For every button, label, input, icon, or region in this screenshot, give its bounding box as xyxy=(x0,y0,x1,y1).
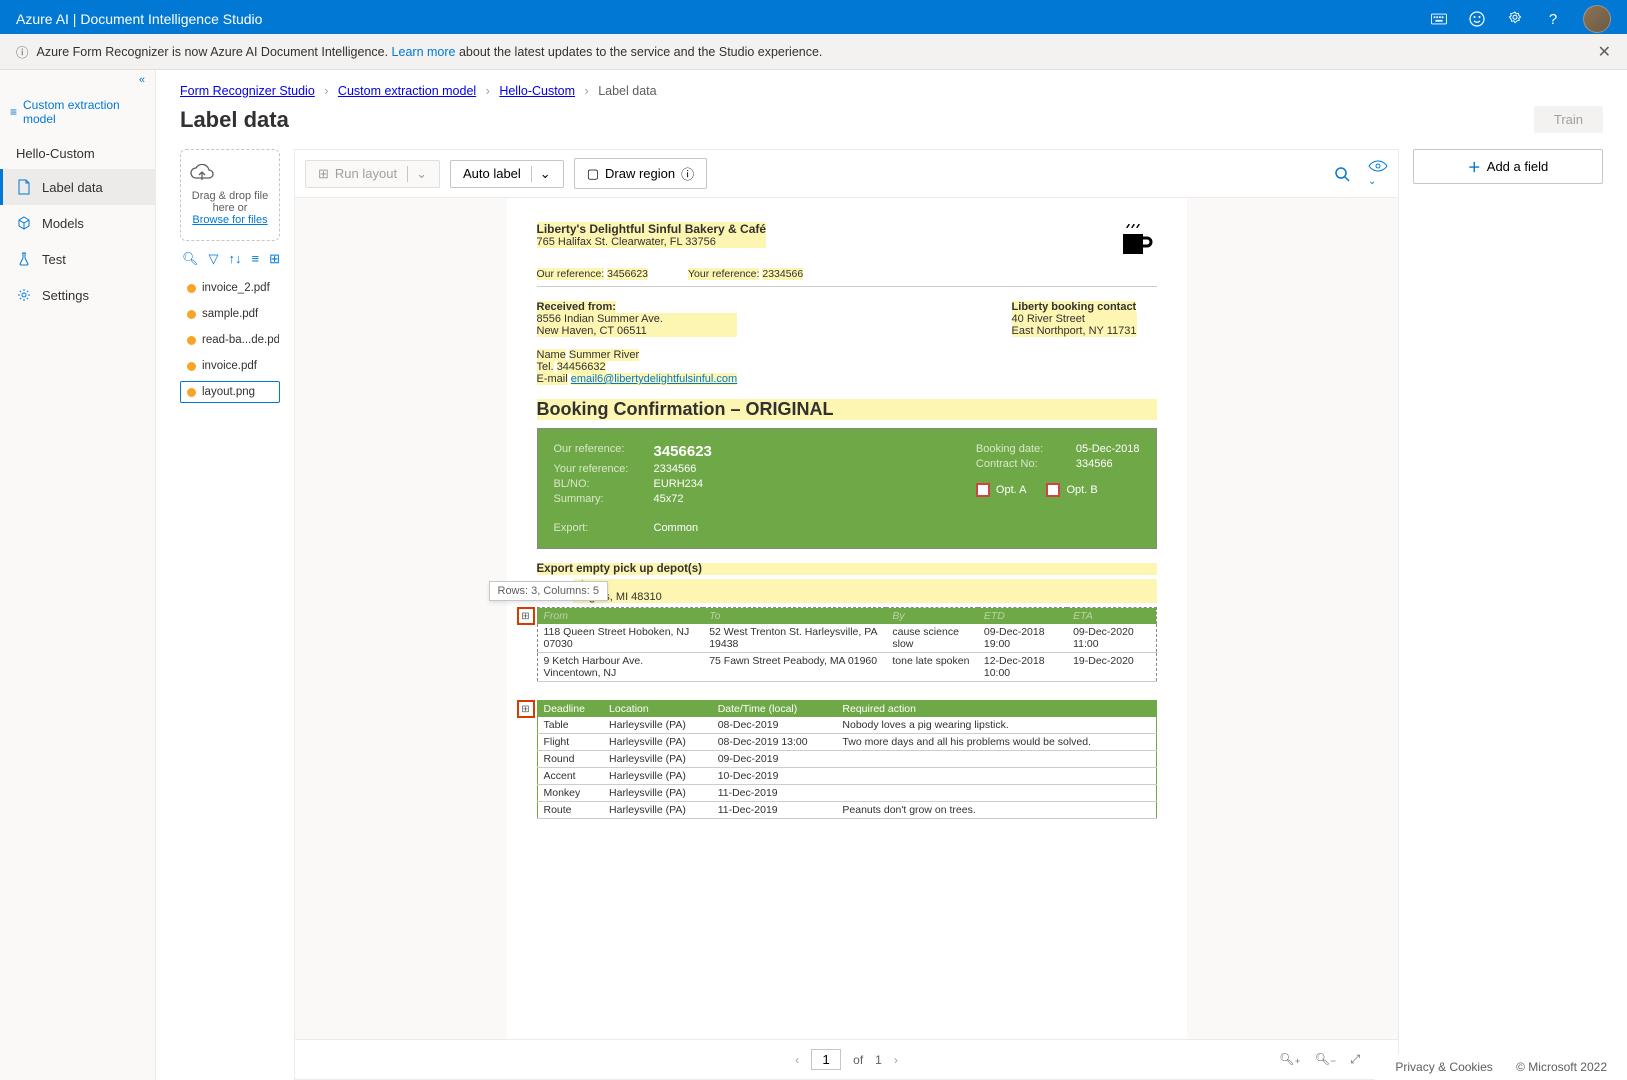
plus-icon: ＋ xyxy=(1468,157,1481,176)
browse-link[interactable]: Browse for files xyxy=(189,214,271,226)
sidebar-item-test[interactable]: Test xyxy=(0,241,155,277)
eye-icon[interactable]: ⌄ xyxy=(1368,160,1388,187)
copyright: © Microsoft 2022 xyxy=(1516,1060,1607,1074)
banner-text: Azure Form Recognizer is now Azure AI Do… xyxy=(37,45,823,59)
document-page: Liberty's Delightful Sinful Bakery & Caf… xyxy=(507,198,1187,1039)
info-icon: ⓘ xyxy=(16,42,29,61)
search-icon[interactable]: 🔍︎ xyxy=(182,251,199,267)
train-button[interactable]: Train xyxy=(1534,106,1603,133)
chevron-down-icon: ⌄ xyxy=(407,166,427,182)
close-icon[interactable]: ✕ xyxy=(1598,42,1611,62)
canvas-toolbar: ⊞ Run layout ⌄ Auto label ⌄ ▢ Draw regio… xyxy=(295,150,1398,198)
company-address: 765 Halifax St. Clearwater, FL 33756 xyxy=(537,236,767,248)
breadcrumb-item[interactable]: Form Recognizer Studio xyxy=(180,84,315,98)
footer: Privacy & Cookies © Microsoft 2022 xyxy=(1375,1054,1627,1080)
keyboard-icon[interactable] xyxy=(1431,11,1447,27)
privacy-link[interactable]: Privacy & Cookies xyxy=(1395,1060,1492,1074)
info-banner: ⓘ Azure Form Recognizer is now Azure AI … xyxy=(0,34,1627,70)
list-view-icon[interactable]: ≡ xyxy=(252,251,260,267)
app-title: Azure AI | Document Intelligence Studio xyxy=(16,11,1431,27)
prev-page-icon[interactable]: ‹ xyxy=(795,1053,799,1067)
chevron-down-icon: ⌄ xyxy=(1368,176,1376,187)
region-icon: ▢ xyxy=(587,166,599,182)
cloud-upload-icon xyxy=(189,164,271,184)
fields-panel: ＋ Add a field xyxy=(1413,149,1603,1080)
section-title: Booking Confirmation – ORIGINAL xyxy=(537,399,1157,420)
file-item[interactable]: sample.pdf xyxy=(180,303,280,325)
draw-region-button[interactable]: ▢ Draw region ⓘ xyxy=(574,158,707,189)
status-dot xyxy=(187,362,196,371)
breadcrumb-item[interactable]: Hello-Custom xyxy=(499,84,575,98)
page-input[interactable] xyxy=(811,1049,841,1070)
checkbox xyxy=(1046,483,1060,497)
sidebar-header[interactable]: ≡ Custom extraction model xyxy=(0,90,155,134)
canvas-area: ⊞ Run layout ⌄ Auto label ⌄ ▢ Draw regio… xyxy=(294,149,1399,1080)
document-icon xyxy=(16,179,32,195)
main: Form Recognizer Studio › Custom extracti… xyxy=(156,70,1627,1080)
file-item[interactable]: layout.png xyxy=(180,381,280,403)
table-tooltip: Rows: 3, Columns: 5 xyxy=(489,581,608,601)
breadcrumb: Form Recognizer Studio › Custom extracti… xyxy=(156,70,1627,98)
run-layout-button[interactable]: ⊞ Run layout ⌄ xyxy=(305,160,440,188)
file-item[interactable]: invoice_2.pdf xyxy=(180,277,280,299)
page-title: Label data xyxy=(180,107,1534,133)
table-icon[interactable]: ⊞ xyxy=(517,700,535,718)
sort-icon[interactable]: ↑↓ xyxy=(229,251,242,267)
list-icon: ≡ xyxy=(10,105,17,119)
filter-icon[interactable]: ▽ xyxy=(209,251,219,267)
booking-details-box: Our reference:3456623 Your reference:233… xyxy=(537,428,1157,549)
search-icon[interactable] xyxy=(1334,166,1350,182)
pager: ‹ of 1 › 🔍︎₊ 🔍︎₋ ⤢ ↻ xyxy=(295,1039,1398,1079)
sidebar-item-models[interactable]: Models xyxy=(0,205,155,241)
file-list: invoice_2.pdf sample.pdf read-ba...de.pd… xyxy=(180,277,280,403)
sidebar-item-label-data[interactable]: Label data xyxy=(0,169,155,205)
zoom-out-icon[interactable]: 🔍︎₋ xyxy=(1315,1052,1337,1067)
grid-view-icon[interactable]: ⊞ xyxy=(269,251,280,267)
sidebar-collapse-icon[interactable]: « xyxy=(0,70,155,90)
deadline-table: Deadline Location Date/Time (local) Requ… xyxy=(537,700,1157,819)
table-icon[interactable]: ⊞ xyxy=(517,607,535,625)
info-icon: ⓘ xyxy=(681,164,694,183)
status-dot xyxy=(187,336,196,345)
flask-icon xyxy=(16,251,32,267)
company-name: Liberty's Delightful Sinful Bakery & Caf… xyxy=(537,222,767,236)
fit-icon[interactable]: ⤢ xyxy=(1350,1052,1360,1067)
chevron-down-icon: ⌄ xyxy=(531,166,551,182)
banner-link[interactable]: Learn more xyxy=(392,45,456,59)
file-item[interactable]: read-ba...de.pdf xyxy=(180,329,280,351)
gear-icon xyxy=(16,287,32,303)
auto-label-button[interactable]: Auto label ⌄ xyxy=(450,160,564,188)
file-item[interactable]: invoice.pdf xyxy=(180,355,280,377)
file-tools: 🔍︎ ▽ ↑↓ ≡ ⊞ xyxy=(180,241,280,277)
sidebar-item-settings[interactable]: Settings xyxy=(0,277,155,313)
gear-icon[interactable] xyxy=(1507,11,1523,27)
breadcrumb-item[interactable]: Custom extraction model xyxy=(338,84,476,98)
avatar[interactable] xyxy=(1583,5,1611,33)
status-dot xyxy=(187,388,196,397)
shipment-table: From To By ETD ETA 118 Queen Street Hobo… xyxy=(537,607,1157,682)
topbar: Azure AI | Document Intelligence Studio … xyxy=(0,0,1627,34)
smile-icon[interactable] xyxy=(1469,11,1485,27)
files-panel: Drag & drop file here or Browse for file… xyxy=(180,149,280,1080)
topbar-actions: ? xyxy=(1431,5,1611,33)
status-dot xyxy=(187,284,196,293)
layout-icon: ⊞ xyxy=(318,166,329,182)
cube-icon xyxy=(16,215,32,231)
dropzone[interactable]: Drag & drop file here or Browse for file… xyxy=(180,149,280,241)
breadcrumb-current: Label data xyxy=(598,84,656,98)
zoom-in-icon[interactable]: 🔍︎₊ xyxy=(1279,1052,1301,1067)
status-dot xyxy=(187,310,196,319)
document-viewer[interactable]: Liberty's Delightful Sinful Bakery & Caf… xyxy=(295,198,1398,1039)
mug-icon xyxy=(1117,222,1157,262)
sidebar-project-name: Hello-Custom xyxy=(0,134,155,169)
next-page-icon[interactable]: › xyxy=(894,1053,898,1067)
sidebar: « ≡ Custom extraction model Hello-Custom… xyxy=(0,70,156,1080)
add-field-button[interactable]: ＋ Add a field xyxy=(1413,149,1603,184)
checkbox xyxy=(976,483,990,497)
help-icon[interactable]: ? xyxy=(1545,11,1561,27)
